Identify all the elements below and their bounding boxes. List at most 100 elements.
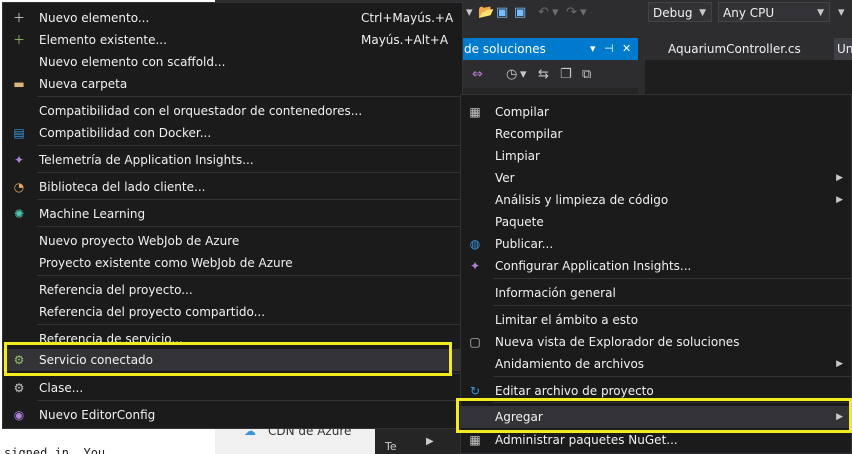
chevron-down-icon: ▼ [699, 8, 706, 18]
menu-item-administrar-paquetes-nuget[interactable]: ▦ Administrar paquetes NuGet... [461, 429, 851, 451]
menu-item-anidamiento-de-archivos[interactable]: Anidamiento de archivos ▶ [461, 353, 851, 375]
menu-separator [37, 400, 461, 401]
close-icon[interactable]: ✕ [622, 38, 631, 60]
menu-item-biblioteca-del-lado-cliente[interactable]: ◔ Biblioteca del lado cliente... [3, 176, 462, 198]
submenu-arrow-icon: ▶ [836, 359, 843, 369]
menu-item-label: Biblioteca del lado cliente... [39, 180, 206, 194]
menu-item-nuevo-proyecto-webjob-de-azure[interactable]: Nuevo proyecto WebJob de Azure [3, 230, 462, 252]
platform-value: Any CPU [723, 6, 775, 20]
menu-item-configurar-application-insights[interactable]: ✦ Configurar Application Insights... [461, 255, 851, 277]
menu-item-label: Referencia del proyecto compartido... [39, 305, 266, 319]
menu-item-telemetría-de-application-insights[interactable]: ✦ Telemetría de Application Insights... [3, 149, 462, 171]
chevron-down-icon: ▼ [817, 8, 824, 18]
menu-item-label: Información general [495, 286, 616, 300]
menu-item-label: Administrar paquetes NuGet... [495, 433, 678, 447]
menu-item-agregar[interactable]: Agregar ▶ [461, 406, 851, 428]
collapse-all-icon[interactable]: ❐ [560, 67, 572, 82]
menu-item-publicar[interactable]: ◍ Publicar... [461, 233, 851, 255]
show-all-files-icon[interactable]: ⧉ [582, 67, 591, 82]
menu-item-label: Anidamiento de archivos [495, 357, 645, 371]
tab-aquarium-controller[interactable]: AquariumController.cs [668, 38, 801, 60]
menu-item-referencia-del-proyecto-compartido[interactable]: Referencia del proyecto compartido... [3, 301, 462, 323]
menu-item-compatibilidad-con-docker[interactable]: ▤ Compatibilidad con Docker... [3, 122, 462, 144]
menu-separator [493, 402, 851, 403]
menu-item-label: Compatibilidad con Docker... [39, 126, 212, 140]
save-icon[interactable]: ▣ [496, 5, 508, 20]
menu-separator [493, 278, 851, 279]
menu-item-label: Proyecto existente como WebJob de Azure [39, 256, 293, 270]
menu-item-nueva-carpeta[interactable]: ▬ Nueva carpeta [3, 73, 462, 95]
menu-item-nuevo-editorconfig[interactable]: ◉ Nuevo EditorConfig [3, 404, 462, 426]
menu-item-análisis-y-limpieza-de-código[interactable]: Análisis y limpieza de código ▶ [461, 189, 851, 211]
window-position-icon[interactable]: ▾ [590, 38, 596, 60]
undo-dropdown-icon[interactable]: ▾ [552, 5, 559, 20]
menu-item-label: Ver [495, 171, 515, 185]
menu-item-recompilar[interactable]: Recompilar [461, 123, 851, 145]
menu-item-nuevo-elemento[interactable]: ＋ Nuevo elemento... Ctrl+Mayús.+A [3, 7, 462, 29]
submenu-arrow-icon: ▶ [836, 173, 843, 183]
undo-icon[interactable]: ↶ [538, 5, 549, 20]
toolbar-overflow-icon[interactable]: ▾ [838, 5, 845, 20]
open-folder-icon[interactable]: 📂 [478, 5, 494, 20]
menu-item-referencia-del-proyecto[interactable]: Referencia del proyecto... [3, 279, 462, 301]
dropdown-arrow-icon[interactable]: ▾ [466, 5, 473, 20]
menu-item-compatibilidad-con-el-orquestador-de-contenedores[interactable]: Compatibilidad con el orquestador de con… [3, 100, 462, 122]
menu-separator [37, 199, 461, 200]
submenu-arrow-icon: ▶ [836, 412, 843, 422]
menu-item-editar-archivo-de-proyecto[interactable]: ↻ Editar archivo de proyecto [461, 380, 851, 402]
menu-item-referencia-de-servicio[interactable]: Referencia de servicio... [3, 328, 462, 350]
existing-item-icon: ＋ [12, 33, 25, 47]
menu-item-label: Referencia del proyecto... [39, 283, 193, 297]
menu-item-paquete[interactable]: Paquete [461, 211, 851, 233]
save-all-icon[interactable]: ▣ [514, 5, 526, 20]
configuration-dropdown[interactable]: Debug ▼ [648, 2, 712, 22]
history-dropdown-icon[interactable]: ▾ [520, 67, 527, 82]
tab-solution-explorer[interactable]: de soluciones ▾ ⊣ ✕ [462, 38, 638, 60]
new-view-icon: ▢ [469, 335, 481, 349]
expand-arrow-icon[interactable]: ▶ [426, 436, 434, 447]
tab-third[interactable]: Un [834, 38, 852, 60]
menu-item-label: Elemento existente... [39, 33, 167, 47]
menu-item-compilar[interactable]: ▦ Compilar [461, 101, 851, 123]
menu-item-ver[interactable]: Ver ▶ [461, 167, 851, 189]
switch-views-icon[interactable]: ⇔ [472, 67, 483, 82]
menu-separator [493, 305, 851, 306]
globe-icon: ◍ [469, 237, 481, 251]
menu-item-limpiar[interactable]: Limpiar [461, 145, 851, 167]
redo-icon[interactable]: ↷ [566, 5, 577, 20]
sync-icon[interactable]: ⇆ [538, 67, 549, 82]
menu-item-label: Recompilar [495, 127, 563, 141]
menu-item-label: Compatibilidad con el orquestador de con… [39, 104, 363, 118]
menu-item-limitar-el-ámbito-a-esto[interactable]: Limitar el ámbito a esto [461, 309, 851, 331]
menu-separator [37, 96, 461, 97]
menu-item-label: Nuevo proyecto WebJob de Azure [39, 234, 240, 248]
menu-item-machine-learning[interactable]: ✺ Machine Learning [3, 203, 462, 225]
connected-service-icon: ⚙ [13, 353, 25, 367]
menu-item-label: Limpiar [495, 149, 540, 163]
menu-item-servicio-conectado[interactable]: ⚙ Servicio conectado [3, 349, 462, 371]
menu-separator [493, 376, 851, 377]
menu-item-label: Nuevo elemento con scaffold... [39, 55, 226, 69]
menu-item-nueva-vista-de-explorador-de-soluciones[interactable]: ▢ Nueva vista de Explorador de soluciones [461, 331, 851, 353]
platform-dropdown[interactable]: Any CPU ▼ [718, 2, 830, 22]
document-tabstrip: de soluciones ▾ ⊣ ✕ AquariumController.c… [462, 38, 852, 60]
menu-separator [37, 324, 461, 325]
menu-item-elemento-existente[interactable]: ＋ Elemento existente... Mayús.+Alt+A [3, 29, 462, 51]
menu-separator [37, 275, 461, 276]
redo-dropdown-icon[interactable]: ▾ [580, 5, 587, 20]
refresh-arrow-icon: ↻ [469, 384, 481, 398]
history-icon[interactable]: ◷ [506, 67, 517, 82]
menu-item-proyecto-existente-como-webjob-de-azure[interactable]: Proyecto existente como WebJob de Azure [3, 252, 462, 274]
menu-item-clase[interactable]: ⚙ Clase... [3, 377, 462, 399]
project-context-menu: ▦ Compilar Recompilar Limpiar Ver ▶ Análisis y… [460, 94, 852, 454]
menu-separator [37, 172, 461, 173]
pin-icon[interactable]: ⊣ [604, 38, 614, 60]
menu-item-shortcut: Ctrl+Mayús.+A [361, 11, 454, 25]
menu-separator [37, 373, 461, 374]
configuration-value: Debug [653, 6, 693, 20]
menu-item-label: Servicio conectado [39, 353, 153, 367]
menu-item-información-general[interactable]: Información general [461, 282, 851, 304]
menu-item-nuevo-elemento-con-scaffold[interactable]: Nuevo elemento con scaffold... [3, 51, 462, 73]
menu-item-label: Telemetría de Application Insights... [39, 153, 254, 167]
editorconfig-icon: ◉ [13, 408, 25, 422]
